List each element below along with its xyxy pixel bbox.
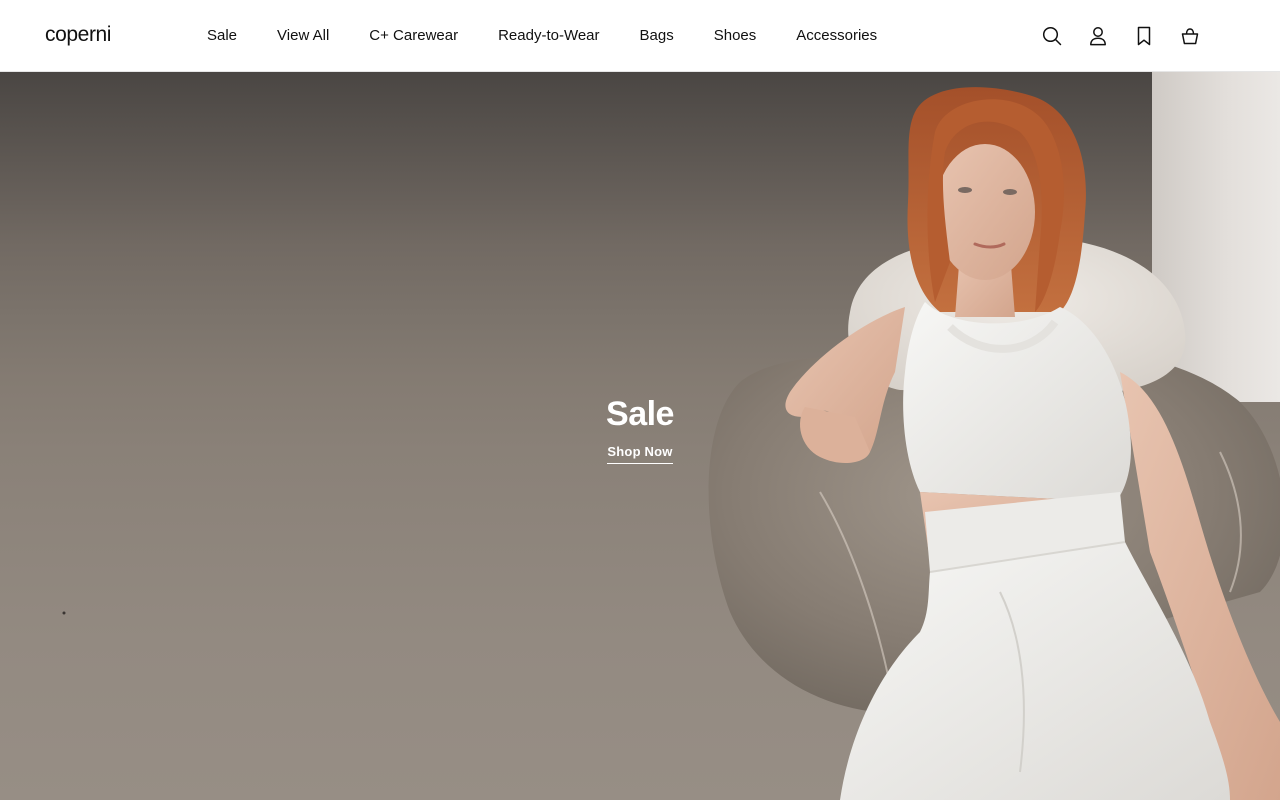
nav-item-accessories[interactable]: Accessories [796, 26, 877, 46]
hero-copy: Sale Shop Now [0, 394, 1280, 464]
nav-item-carewear[interactable]: C+ Carewear [369, 26, 458, 46]
user-icon [1090, 27, 1106, 46]
nav-item-bags[interactable]: Bags [640, 26, 674, 46]
shopping-bag-icon [1181, 28, 1199, 45]
bookmark-icon [1137, 26, 1151, 46]
cart-button[interactable] [1178, 24, 1202, 48]
nav-item-sale[interactable]: Sale [207, 26, 237, 46]
shop-now-link[interactable]: Shop Now [607, 444, 673, 464]
brand-logo[interactable]: coperni [45, 22, 111, 48]
wishlist-button[interactable] [1132, 24, 1156, 48]
header-actions [1040, 24, 1202, 48]
search-icon [1042, 26, 1062, 46]
hero-banner[interactable]: Sale Shop Now [0, 72, 1280, 800]
site-header: coperni Sale View All C+ Carewear Ready-… [0, 0, 1280, 72]
nav-item-view-all[interactable]: View All [277, 26, 329, 46]
account-button[interactable] [1086, 24, 1110, 48]
nav-item-ready-to-wear[interactable]: Ready-to-Wear [498, 26, 599, 46]
face-shape [935, 144, 1035, 280]
nav-item-shoes[interactable]: Shoes [714, 26, 757, 46]
search-button[interactable] [1040, 24, 1064, 48]
main-navigation: Sale View All C+ Carewear Ready-to-Wear … [207, 26, 877, 46]
hero-title: Sale [606, 395, 674, 433]
